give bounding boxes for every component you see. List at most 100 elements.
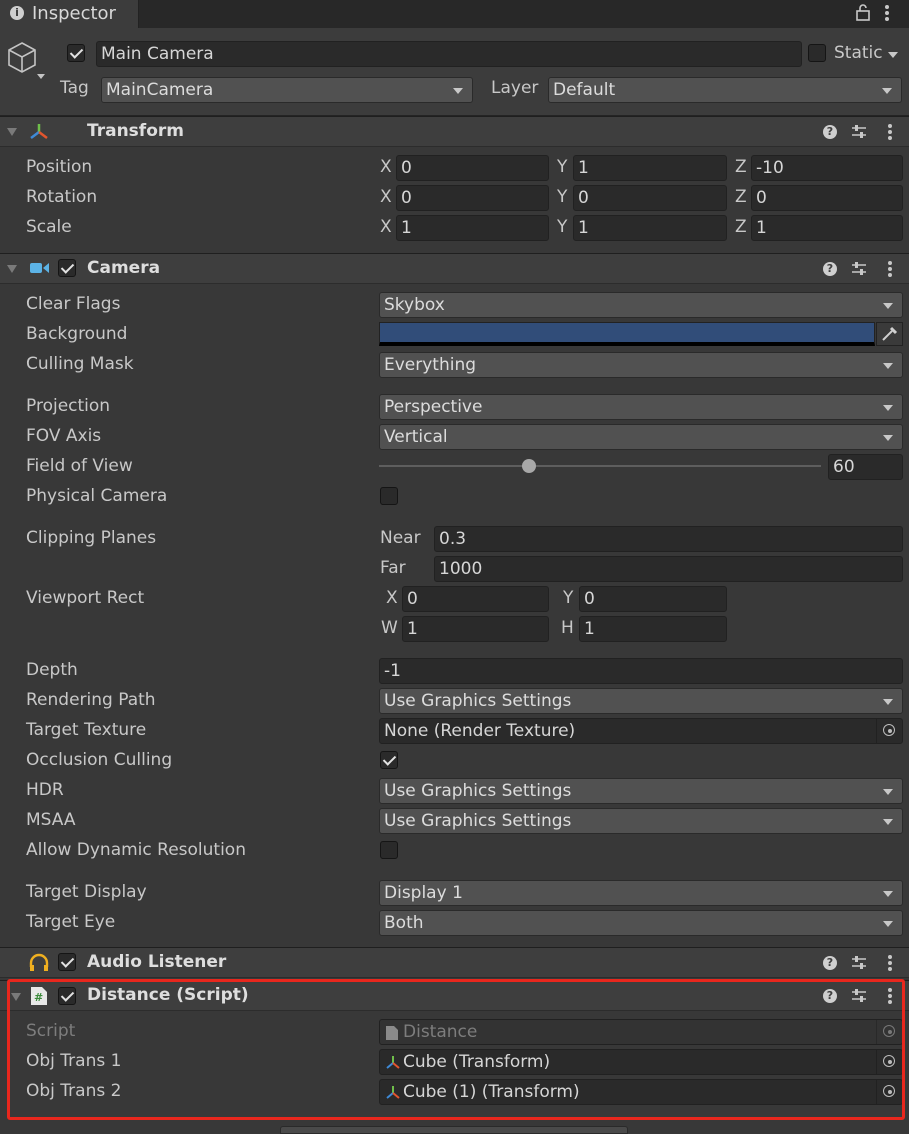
static-checkbox[interactable] [808, 44, 826, 62]
clear-flags-label: Clear Flags [26, 294, 121, 314]
position-y-input[interactable]: 1 [573, 155, 727, 181]
viewport-h-label[interactable]: H [561, 618, 574, 638]
fov-axis-label: FOV Axis [26, 426, 102, 446]
physical-camera-label: Physical Camera [26, 486, 168, 506]
transform-foldout-icon[interactable] [7, 128, 17, 136]
culling-mask-dropdown[interactable]: Everything [379, 352, 903, 378]
position-x-label[interactable]: X [380, 157, 392, 177]
position-label: Position [26, 157, 93, 177]
msaa-label: MSAA [26, 810, 76, 830]
add-component-button[interactable] [280, 1126, 628, 1134]
viewport-x-label[interactable]: X [386, 588, 398, 608]
kebab-icon[interactable] [887, 124, 893, 147]
tab-bar: i Inspector [0, 0, 909, 28]
target-eye-label: Target Eye [26, 912, 116, 932]
fov-input[interactable]: 60 [828, 454, 903, 480]
target-display-label: Target Display [26, 882, 147, 902]
transform-title: Transform [87, 121, 184, 141]
gameobject-cube-icon[interactable] [6, 40, 46, 87]
layer-label: Layer [491, 78, 539, 98]
far-label[interactable]: Far [380, 558, 406, 578]
projection-dropdown[interactable]: Perspective [379, 394, 903, 420]
preset-icon[interactable] [850, 954, 868, 977]
near-label[interactable]: Near [380, 528, 421, 548]
tab-title: Inspector [32, 3, 116, 24]
target-display-dropdown[interactable]: Display 1 [379, 880, 903, 906]
rotation-y-input[interactable]: 0 [573, 185, 727, 211]
background-color-swatch[interactable] [379, 322, 875, 346]
kebab-icon[interactable] [887, 261, 893, 284]
preset-icon[interactable] [850, 123, 868, 146]
rotation-label: Rotation [26, 187, 98, 207]
near-input[interactable]: 0.3 [434, 526, 903, 552]
rotation-y-label[interactable]: Y [557, 187, 567, 207]
scale-label: Scale [26, 217, 72, 237]
scale-y-input[interactable]: 1 [573, 215, 727, 241]
headphones-icon [28, 953, 50, 978]
info-icon: i [10, 6, 24, 20]
transform-axes-icon [28, 122, 50, 147]
occlusion-culling-checkbox[interactable] [380, 751, 398, 769]
projection-label: Projection [26, 396, 111, 416]
fov-slider-thumb[interactable] [522, 459, 537, 473]
layer-dropdown[interactable]: Default [548, 77, 902, 103]
help-icon[interactable]: ? [823, 262, 837, 276]
camera-title: Camera [87, 258, 161, 278]
clear-flags-dropdown[interactable]: Skybox [379, 292, 903, 318]
target-texture-label: Target Texture [26, 720, 147, 740]
camera-enabled-checkbox[interactable] [58, 259, 76, 277]
rendering-path-dropdown[interactable]: Use Graphics Settings [379, 688, 903, 714]
position-y-label[interactable]: Y [557, 157, 567, 177]
viewport-y-input[interactable]: 0 [579, 586, 727, 612]
far-input[interactable]: 1000 [434, 556, 903, 582]
tag-dropdown[interactable]: MainCamera [101, 77, 473, 103]
object-picker-icon[interactable] [876, 718, 902, 744]
background-label: Background [26, 324, 128, 344]
help-icon[interactable]: ? [823, 956, 837, 970]
hdr-dropdown[interactable]: Use Graphics Settings [379, 778, 903, 804]
viewport-w-input[interactable]: 1 [402, 616, 549, 642]
scale-x-label[interactable]: X [380, 217, 392, 237]
audio-listener-title: Audio Listener [87, 952, 227, 972]
gameobject-name-input[interactable]: Main Camera [96, 41, 802, 67]
scale-z-label[interactable]: Z [735, 217, 747, 237]
help-icon[interactable]: ? [823, 125, 837, 139]
camera-foldout-icon[interactable] [7, 265, 17, 273]
position-z-label[interactable]: Z [735, 157, 747, 177]
highlight-box [7, 979, 905, 1120]
lock-icon[interactable] [855, 3, 871, 26]
target-texture-value: None (Render Texture) [384, 721, 576, 741]
position-x-input[interactable]: 0 [396, 155, 549, 181]
field-of-view-label: Field of View [26, 456, 133, 476]
rotation-z-input[interactable]: 0 [751, 185, 903, 211]
position-z-input[interactable]: -10 [751, 155, 903, 181]
scale-x-input[interactable]: 1 [396, 215, 549, 241]
scale-z-input[interactable]: 1 [751, 215, 903, 241]
depth-label: Depth [26, 660, 78, 680]
scale-y-label[interactable]: Y [557, 217, 567, 237]
camera-icon [29, 260, 51, 281]
audio-listener-enabled-checkbox[interactable] [58, 953, 76, 971]
gameobject-active-checkbox[interactable] [67, 44, 85, 62]
rotation-x-label[interactable]: X [380, 187, 392, 207]
rotation-x-input[interactable]: 0 [396, 185, 549, 211]
static-dropdown-icon[interactable] [888, 52, 898, 58]
physical-camera-checkbox[interactable] [380, 487, 398, 505]
dynamic-resolution-checkbox[interactable] [380, 841, 398, 859]
eyedropper-icon[interactable] [876, 322, 903, 346]
depth-input[interactable]: -1 [379, 658, 903, 684]
viewport-h-input[interactable]: 1 [579, 616, 727, 642]
fov-slider-track[interactable] [379, 465, 821, 467]
viewport-w-label[interactable]: W [381, 618, 398, 638]
msaa-dropdown[interactable]: Use Graphics Settings [379, 808, 903, 834]
viewport-y-label[interactable]: Y [563, 588, 573, 608]
kebab-icon[interactable] [884, 5, 890, 28]
preset-icon[interactable] [850, 260, 868, 283]
tab-inspector[interactable]: i Inspector [0, 0, 139, 28]
target-eye-dropdown[interactable]: Both [379, 910, 903, 936]
kebab-icon[interactable] [887, 955, 893, 978]
fov-axis-dropdown[interactable]: Vertical [379, 424, 903, 450]
viewport-x-input[interactable]: 0 [402, 586, 549, 612]
target-texture-field[interactable]: None (Render Texture) [379, 718, 903, 744]
rotation-z-label[interactable]: Z [735, 187, 747, 207]
